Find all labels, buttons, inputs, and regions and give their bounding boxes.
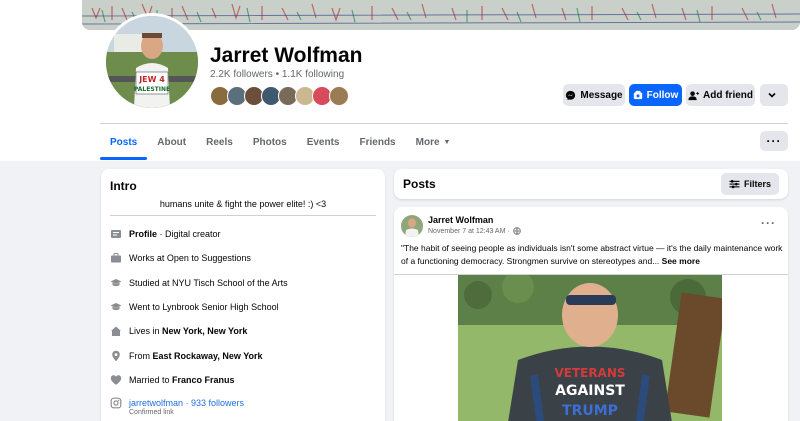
post-options-button[interactable]: ···	[761, 216, 776, 230]
posts-header-card: Posts Filters	[394, 169, 788, 199]
shirt-text-line2: AGAINST	[555, 383, 625, 399]
tab-label: Reels	[206, 136, 233, 148]
tab-label: Posts	[110, 136, 138, 148]
instagram-confirmed-label: Confirmed link	[129, 409, 174, 416]
tabs-overflow-button[interactable]: ···	[760, 131, 788, 151]
tab-events[interactable]: Events	[297, 125, 350, 159]
add-friend-button-label: Add friend	[703, 89, 753, 101]
work-text: Works at Open to Suggestions	[129, 253, 251, 263]
info-icon	[111, 230, 121, 238]
location-pin-icon	[112, 350, 120, 362]
intro-item-education-college: Studied at NYU Tisch School of the Arts	[110, 276, 288, 290]
tab-photos[interactable]: Photos	[243, 125, 297, 159]
intro-item-instagram[interactable]: jarretwolfman · 933 followers	[110, 396, 244, 410]
intro-item-work: Works at Open to Suggestions	[110, 251, 251, 265]
messenger-icon	[566, 90, 576, 100]
tab-friends[interactable]: Friends	[350, 125, 406, 159]
avatar-sign-line2: PALESTINE	[134, 86, 170, 93]
filters-button[interactable]: Filters	[720, 173, 779, 195]
instagram-link[interactable]: jarretwolfman · 933 followers	[129, 398, 244, 408]
add-friend-button[interactable]: Add friend	[686, 84, 755, 106]
post-author-name[interactable]: Jarret Wolfman	[428, 215, 493, 225]
follower-stats[interactable]: 2.2K followers • 1.1K following	[210, 69, 344, 80]
post-time-text: November 7 at 12:43 AM ·	[428, 227, 510, 235]
tab-more[interactable]: More ▼	[406, 125, 461, 159]
went-text: Went to Lynbrook Senior High School	[129, 302, 279, 312]
post-body: "The habit of seeing people as individua…	[401, 243, 783, 266]
profile-tabs: Posts About Reels Photos Events Friends …	[100, 125, 460, 161]
profile-label: Profile	[129, 229, 158, 239]
from-prefix: From	[129, 351, 153, 361]
intro-item-lives: Lives in New York, New York	[110, 324, 247, 338]
married-value[interactable]: Franco Franus	[172, 375, 235, 385]
intro-item-from: From East Rockaway, New York	[110, 349, 263, 363]
tab-label: About	[157, 136, 187, 148]
intro-title: Intro	[110, 179, 137, 193]
instagram-icon	[110, 397, 122, 409]
intro-item-relationship: Married to Franco Franus	[110, 373, 235, 387]
married-prefix: Married to	[129, 375, 173, 385]
post-timestamp[interactable]: November 7 at 12:43 AM ·	[428, 227, 521, 235]
chevron-down-icon	[768, 92, 776, 98]
more-dots-icon: ···	[761, 216, 776, 230]
post-photo[interactable]: VETERANS AGAINST TRUMP	[458, 275, 722, 421]
studied-text: Studied at NYU Tisch School of the Arts	[129, 278, 288, 288]
briefcase-icon	[111, 253, 121, 263]
post-text: "The habit of seeing people as individua…	[401, 242, 783, 268]
intro-item-education-highschool: Went to Lynbrook Senior High School	[110, 300, 279, 314]
profile-header: JEW 4 PALESTINE Jarret Wolfman 2.2K foll…	[0, 0, 800, 161]
friend-avatar[interactable]	[329, 86, 349, 106]
shirt-text-line1: VETERANS	[554, 366, 625, 380]
message-button[interactable]: Message	[563, 84, 625, 106]
tab-label: Friends	[359, 136, 396, 148]
graduation-cap-icon	[110, 303, 122, 311]
header-divider	[100, 123, 788, 124]
heart-icon	[110, 375, 122, 385]
cover-photo[interactable]	[82, 0, 800, 30]
filters-label: Filters	[743, 179, 771, 189]
tab-about[interactable]: About	[147, 125, 196, 159]
tab-posts[interactable]: Posts	[100, 125, 148, 160]
globe-icon	[512, 227, 521, 235]
intro-bio: humans unite & fight the power elite! :)…	[159, 199, 327, 209]
intro-divider	[110, 215, 376, 216]
post-author-avatar[interactable]	[401, 215, 423, 237]
intro-item-profile: Profile · Digital creator	[110, 227, 221, 241]
avatar-sign-line1: JEW 4	[138, 75, 165, 84]
intro-card: Intro humans unite & fight the power eli…	[101, 169, 385, 421]
home-icon	[111, 326, 121, 336]
profile-avatar[interactable]: JEW 4 PALESTINE	[103, 13, 201, 111]
caret-down-icon: ▼	[443, 138, 451, 146]
posts-title: Posts	[403, 177, 436, 191]
tab-label: More	[415, 136, 440, 148]
follow-button[interactable]: Follow	[629, 84, 682, 106]
profile-value: · Digital creator	[157, 229, 221, 239]
profile-name: Jarret Wolfman	[210, 44, 363, 67]
follow-icon	[633, 90, 642, 100]
shirt-text-line3: TRUMP	[562, 403, 618, 419]
sliders-icon	[729, 179, 740, 189]
add-person-icon	[688, 90, 699, 100]
from-value[interactable]: East Rockaway, New York	[153, 351, 263, 361]
message-button-label: Message	[580, 89, 623, 101]
tab-label: Events	[306, 136, 340, 148]
graduation-cap-icon	[110, 279, 122, 287]
follow-button-label: Follow	[646, 89, 679, 101]
tab-reels[interactable]: Reels	[196, 125, 243, 159]
tab-label: Photos	[252, 136, 287, 148]
profile-options-dropdown[interactable]	[760, 84, 788, 106]
see-more-link[interactable]: See more	[662, 256, 700, 266]
lives-prefix: Lives in	[129, 326, 163, 336]
post-card: Jarret Wolfman November 7 at 12:43 AM · …	[394, 207, 788, 421]
mutual-friends-row[interactable]	[210, 86, 349, 106]
more-dots-icon: ···	[766, 134, 782, 148]
lives-value[interactable]: New York, New York	[162, 326, 247, 336]
